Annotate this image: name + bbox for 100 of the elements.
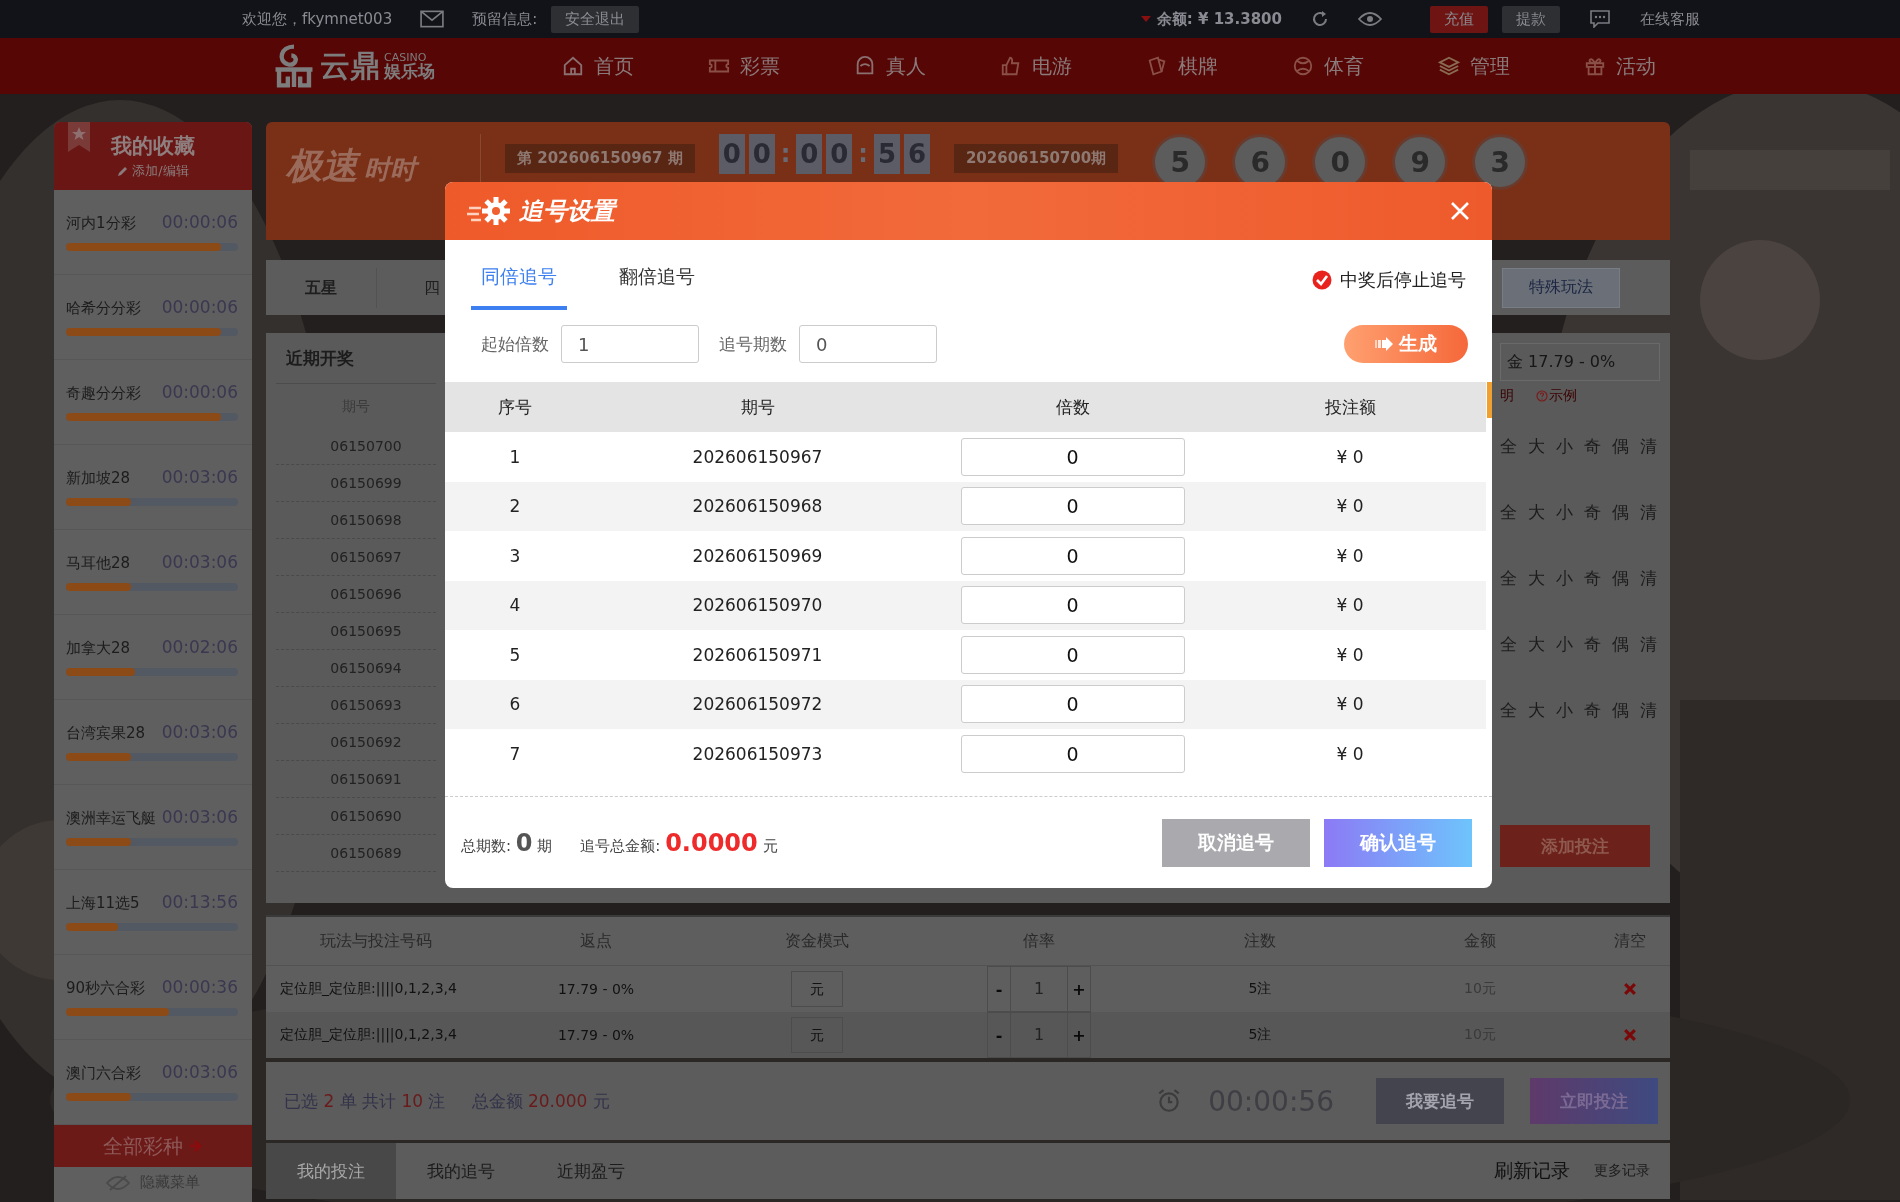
- quick-select-button[interactable]: 清: [1640, 699, 1660, 765]
- draw-issue: 06150695: [276, 613, 436, 650]
- records-tab[interactable]: 我的投注: [266, 1143, 396, 1199]
- quick-select-button[interactable]: 小: [1556, 567, 1576, 633]
- cancel-chase-button[interactable]: 取消追号: [1162, 818, 1310, 867]
- quick-select-button[interactable]: 全: [1500, 435, 1520, 501]
- layers-icon: [1438, 55, 1460, 77]
- remove-icon[interactable]: [1624, 983, 1636, 995]
- draw-issue: 06150690: [276, 798, 436, 835]
- lottery-name: 马耳他28: [66, 554, 131, 573]
- quick-select-button[interactable]: 大: [1528, 501, 1548, 567]
- records-tab[interactable]: 我的追号: [396, 1143, 526, 1199]
- table-cell-text: 202606150972: [691, 694, 824, 715]
- generate-button[interactable]: 生成: [1344, 325, 1468, 363]
- quick-select-button[interactable]: 大: [1528, 633, 1548, 699]
- quick-select-button[interactable]: 奇: [1584, 501, 1604, 567]
- quick-select-button[interactable]: 偶: [1612, 699, 1632, 765]
- caret-icon[interactable]: [1140, 16, 1151, 22]
- quick-select-button[interactable]: 清: [1640, 567, 1660, 633]
- chase-mode-tab[interactable]: 翻倍追号: [609, 264, 705, 310]
- quick-select-button[interactable]: 小: [1556, 633, 1576, 699]
- table-cell-text: 2: [508, 496, 522, 517]
- lottery-name: 澳洲幸运飞艇: [66, 809, 156, 828]
- multiple-field[interactable]: 0: [960, 734, 1185, 773]
- support-link[interactable]: 在线客服: [1640, 9, 1700, 29]
- chat-icon[interactable]: [1588, 10, 1612, 28]
- records-tab[interactable]: 近期盈亏: [526, 1143, 656, 1199]
- rebate-field[interactable]: 金 17.79 - 0%: [1500, 343, 1660, 381]
- table-cell-text: 202606150970: [691, 595, 824, 616]
- ball-icon: [1292, 55, 1314, 77]
- favorites-title: 我的收藏: [111, 133, 195, 160]
- refresh-records-link[interactable]: 刷新记录: [1494, 1158, 1570, 1184]
- quick-select-button[interactable]: 偶: [1612, 633, 1632, 699]
- nav-item[interactable]: 首页: [562, 52, 708, 80]
- quick-select-button[interactable]: 大: [1528, 699, 1548, 765]
- logout-button[interactable]: 安全退出: [551, 5, 640, 33]
- start-multiple-field[interactable]: 1: [561, 325, 699, 363]
- quick-select-button[interactable]: 大: [1528, 435, 1548, 501]
- quick-select-button[interactable]: 小: [1556, 699, 1576, 765]
- quick-select-button[interactable]: 全: [1500, 633, 1520, 699]
- multiple-field[interactable]: 0: [960, 487, 1185, 526]
- quick-select-button[interactable]: 清: [1640, 501, 1660, 567]
- quick-select-button[interactable]: 小: [1556, 501, 1576, 567]
- quick-select-button[interactable]: 小: [1556, 435, 1576, 501]
- table-cell-text: 202606150969: [691, 545, 824, 566]
- edit-link[interactable]: 添加/编辑: [117, 162, 189, 180]
- mail-icon[interactable]: [420, 10, 445, 28]
- money-mode-select[interactable]: 元: [791, 1017, 843, 1053]
- quick-select-button[interactable]: 奇: [1584, 633, 1604, 699]
- lottery-name: 台湾宾果28: [66, 724, 146, 743]
- multiple-field[interactable]: 0: [960, 536, 1185, 575]
- multiple-field[interactable]: 0: [960, 685, 1185, 724]
- stop-on-win-checkbox[interactable]: 中奖后停止追号: [1312, 268, 1466, 292]
- add-bet-button[interactable]: 添加投注: [1500, 825, 1650, 867]
- quick-select-button[interactable]: 全: [1500, 501, 1520, 567]
- nav-item[interactable]: 体育: [1292, 52, 1438, 80]
- quick-select-button[interactable]: 偶: [1612, 501, 1632, 567]
- nav-item[interactable]: 活动: [1584, 52, 1730, 80]
- more-records-link[interactable]: 更多记录: [1594, 1162, 1650, 1180]
- multiple-field[interactable]: 0: [960, 437, 1185, 476]
- nav-item[interactable]: 彩票: [708, 52, 854, 80]
- table-cell-text: ¥ 0: [1335, 446, 1365, 467]
- quick-select-button[interactable]: 奇: [1584, 699, 1604, 765]
- quick-select-button[interactable]: 大: [1528, 567, 1548, 633]
- withdraw-button[interactable]: 提款: [1502, 5, 1560, 33]
- close-icon[interactable]: [1450, 201, 1470, 221]
- quick-select-button[interactable]: 奇: [1584, 567, 1604, 633]
- nav-item[interactable]: 管理: [1438, 52, 1584, 80]
- confirm-chase-button[interactable]: 确认追号: [1324, 818, 1472, 867]
- table-cell-text: 7: [508, 743, 522, 764]
- chase-mode-tab[interactable]: 同倍追号: [471, 264, 567, 310]
- quick-select-button[interactable]: 清: [1640, 633, 1660, 699]
- special-play-button[interactable]: 特殊玩法: [1502, 267, 1620, 308]
- refresh-icon[interactable]: [1310, 9, 1330, 29]
- nav-item[interactable]: 棋牌: [1146, 52, 1292, 80]
- money-mode-select[interactable]: 元: [791, 971, 843, 1007]
- multiplier-stepper[interactable]: - 1 +: [987, 966, 1091, 1012]
- play-tab[interactable]: 五星: [266, 267, 377, 308]
- table-cell-text: 3: [508, 545, 522, 566]
- all-lotteries-button[interactable]: 全部彩种: [54, 1125, 252, 1167]
- draw-issue: 06150700: [276, 428, 436, 465]
- quick-select-button[interactable]: 全: [1500, 567, 1520, 633]
- quick-select-button[interactable]: 清: [1640, 435, 1660, 501]
- quick-select-button[interactable]: 全: [1500, 699, 1520, 765]
- eye-icon[interactable]: [1358, 10, 1382, 28]
- help-link[interactable]: 明: [1500, 387, 1514, 405]
- quick-select-button[interactable]: 偶: [1612, 435, 1632, 501]
- example-link[interactable]: 示例: [1536, 387, 1577, 405]
- chase-number-button[interactable]: 我要追号: [1376, 1078, 1504, 1124]
- multiple-field[interactable]: 0: [960, 586, 1185, 625]
- scrollbar-thumb[interactable]: [1487, 382, 1492, 418]
- multiple-field[interactable]: 0: [960, 635, 1185, 674]
- table-cell-text: 5注: [1247, 1026, 1273, 1044]
- chase-periods-field[interactable]: 0: [799, 325, 937, 363]
- recharge-button[interactable]: 充值: [1430, 5, 1488, 33]
- table-cell-text: 202606150971: [691, 644, 824, 665]
- nav-item[interactable]: 真人: [854, 52, 1000, 80]
- quick-select-button[interactable]: 偶: [1612, 567, 1632, 633]
- nav-item[interactable]: 电游: [1000, 52, 1146, 80]
- quick-select-button[interactable]: 奇: [1584, 435, 1604, 501]
